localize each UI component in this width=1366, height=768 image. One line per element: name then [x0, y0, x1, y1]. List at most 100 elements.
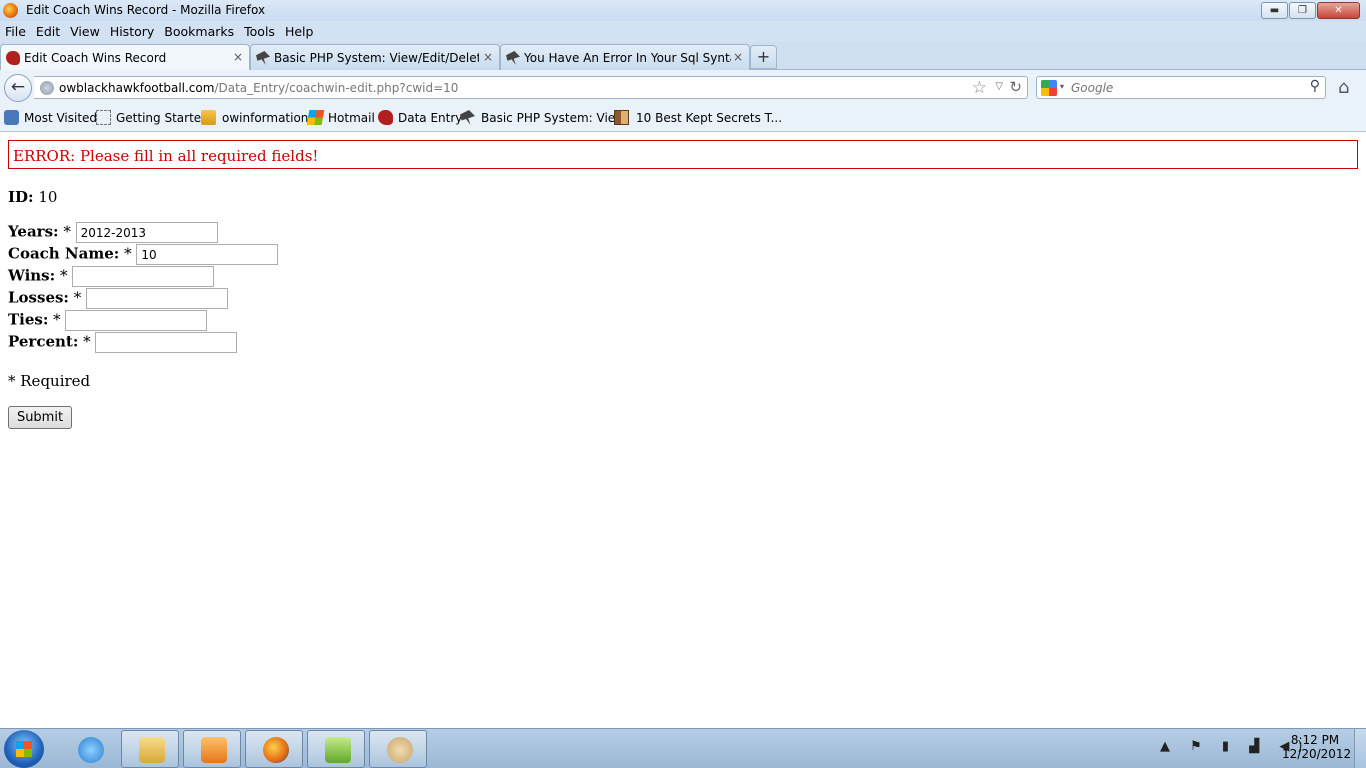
- close-window-button[interactable]: ✕: [1317, 2, 1360, 19]
- page-content: ERROR: Please fill in all required field…: [0, 132, 1366, 728]
- submit-button[interactable]: Submit: [8, 406, 72, 429]
- window-title: Edit Coach Wins Record - Mozilla Firefox: [26, 3, 266, 17]
- clock[interactable]: 8:12 PM 12/20/2012: [1282, 733, 1352, 761]
- wins-input[interactable]: [72, 266, 215, 287]
- search-input[interactable]: [1071, 79, 1301, 96]
- losses-row: Losses: *: [8, 288, 229, 309]
- years-label: Years:: [8, 222, 59, 241]
- required-mark: *: [124, 244, 132, 263]
- taskbar-paint[interactable]: [369, 730, 427, 768]
- taskbar-firefox[interactable]: [245, 730, 303, 768]
- tab-close-icon[interactable]: ×: [733, 50, 743, 64]
- menu-tools[interactable]: Tools: [239, 24, 280, 39]
- tab-close-icon[interactable]: ×: [483, 50, 493, 64]
- show-desktop-button[interactable]: [1354, 729, 1366, 768]
- window-titlebar: Edit Coach Wins Record - Mozilla Firefox…: [0, 0, 1366, 21]
- required-note: * Required: [8, 372, 91, 390]
- menu-bar: File Edit View History Bookmarks Tools H…: [0, 21, 1366, 42]
- coach-name-row: Coach Name: *: [8, 244, 279, 265]
- home-icon[interactable]: ⌂: [1338, 77, 1349, 98]
- id-row: ID: 10: [8, 188, 57, 206]
- ties-input[interactable]: [65, 310, 208, 331]
- required-mark: *: [59, 266, 68, 285]
- hawk-icon: [6, 51, 20, 65]
- search-bar[interactable]: ▾ ⚲: [1036, 76, 1326, 99]
- wins-label: Wins:: [8, 266, 56, 285]
- menu-history[interactable]: History: [105, 24, 159, 39]
- tab-edit-coach-wins[interactable]: Edit Coach Wins Record ×: [0, 44, 250, 71]
- tab-label: You Have An Error In Your Sql Syntax ...: [524, 51, 731, 65]
- media-player-icon: [201, 737, 227, 763]
- taskbar-file-explorer[interactable]: [121, 730, 179, 768]
- paint-icon: [387, 737, 413, 763]
- reload-icon[interactable]: ↻: [1009, 78, 1022, 96]
- menu-file[interactable]: File: [0, 24, 31, 39]
- tab-sql-syntax-error[interactable]: You Have An Error In Your Sql Syntax ...…: [500, 44, 750, 70]
- losses-input[interactable]: [86, 288, 229, 309]
- most-visited-icon: [4, 110, 19, 125]
- menu-help[interactable]: Help: [280, 24, 319, 39]
- years-input[interactable]: [75, 222, 218, 243]
- search-icon[interactable]: ⚲: [1310, 78, 1320, 94]
- taskbar: ▲ ⚑ ▮ ▟ ◀) 8:12 PM 12/20/2012: [0, 728, 1366, 768]
- required-mark: *: [83, 332, 91, 351]
- id-value: 10: [38, 188, 58, 206]
- losses-label: Losses:: [8, 288, 69, 307]
- tab-basic-php-system[interactable]: Basic PHP System: View/Edit/Delete/... ×: [250, 44, 500, 70]
- coach-name-label: Coach Name:: [8, 244, 120, 263]
- new-tab-button[interactable]: +: [750, 45, 777, 69]
- tab-close-icon[interactable]: ×: [233, 50, 243, 64]
- bookmark-data-entry[interactable]: Data Entry: [398, 111, 462, 125]
- clock-date: 12/20/2012: [1282, 747, 1352, 761]
- maximize-button[interactable]: ❐: [1289, 2, 1316, 19]
- tab-strip: Edit Coach Wins Record × Basic PHP Syste…: [0, 42, 1366, 71]
- search-engine-dropdown-icon[interactable]: ▾: [1060, 82, 1064, 91]
- google-icon[interactable]: [1041, 80, 1057, 96]
- percent-label: Percent:: [8, 332, 79, 351]
- bookmark-star-icon[interactable]: ☆: [972, 78, 987, 98]
- bird-icon: [506, 51, 520, 65]
- taskbar-media-player[interactable]: [183, 730, 241, 768]
- url-text[interactable]: owblackhawkfootball.com/Data_Entry/coach…: [59, 81, 458, 95]
- bookmark-owinformation[interactable]: owinformation: [222, 111, 308, 125]
- bookmark-most-visited[interactable]: Most Visited: [24, 111, 97, 125]
- clock-time: 8:12 PM: [1290, 733, 1340, 747]
- menu-bookmarks[interactable]: Bookmarks: [159, 24, 239, 39]
- tab-label: Edit Coach Wins Record: [24, 51, 167, 65]
- menu-view[interactable]: View: [65, 24, 105, 39]
- notepad-plus-icon: [325, 737, 351, 763]
- ties-label: Ties:: [8, 310, 49, 329]
- back-button[interactable]: ←: [4, 74, 32, 102]
- url-path: /Data_Entry/coachwin-edit.php?cwid=10: [214, 81, 459, 95]
- start-button[interactable]: [4, 730, 44, 768]
- id-label: ID:: [8, 188, 34, 206]
- url-bar[interactable]: owblackhawkfootball.com/Data_Entry/coach…: [34, 76, 1028, 99]
- tab-label: Basic PHP System: View/Edit/Delete/...: [274, 51, 479, 65]
- pma-icon: [201, 110, 216, 125]
- url-history-dropdown-icon[interactable]: ▽: [995, 81, 1003, 92]
- door-icon: [614, 110, 629, 125]
- taskbar-internet-explorer[interactable]: [60, 730, 118, 768]
- taskbar-notepad-plus[interactable]: [307, 730, 365, 768]
- dotted-page-icon: [96, 110, 111, 125]
- bookmark-hotmail[interactable]: Hotmail: [328, 111, 375, 125]
- bird-icon: [256, 51, 270, 65]
- bookmarks-toolbar: Most Visited Getting Started owinformati…: [0, 106, 1366, 132]
- required-mark: *: [63, 222, 71, 241]
- minimize-button[interactable]: ▬: [1261, 2, 1288, 19]
- bookmark-basic-php-system[interactable]: Basic PHP System: Vie...: [481, 111, 627, 125]
- bookmark-10-best-kept-secrets[interactable]: 10 Best Kept Secrets T...: [636, 111, 782, 125]
- hawk-icon: [378, 110, 393, 125]
- navigation-bar: ← owblackhawkfootball.com/Data_Entry/coa…: [0, 70, 1366, 106]
- firefox-icon: [263, 737, 289, 763]
- percent-input[interactable]: [95, 332, 238, 353]
- coach-name-input[interactable]: [136, 244, 279, 265]
- percent-row: Percent: *: [8, 332, 238, 353]
- file-explorer-icon: [139, 737, 165, 763]
- url-host: owblackhawkfootball.com: [59, 81, 215, 95]
- window-controls: ▬ ❐ ✕: [1260, 2, 1360, 19]
- menu-edit[interactable]: Edit: [31, 24, 65, 39]
- years-row: Years: *: [8, 222, 218, 243]
- error-message: ERROR: Please fill in all required field…: [8, 140, 1358, 169]
- bookmark-getting-started[interactable]: Getting Started: [116, 111, 209, 125]
